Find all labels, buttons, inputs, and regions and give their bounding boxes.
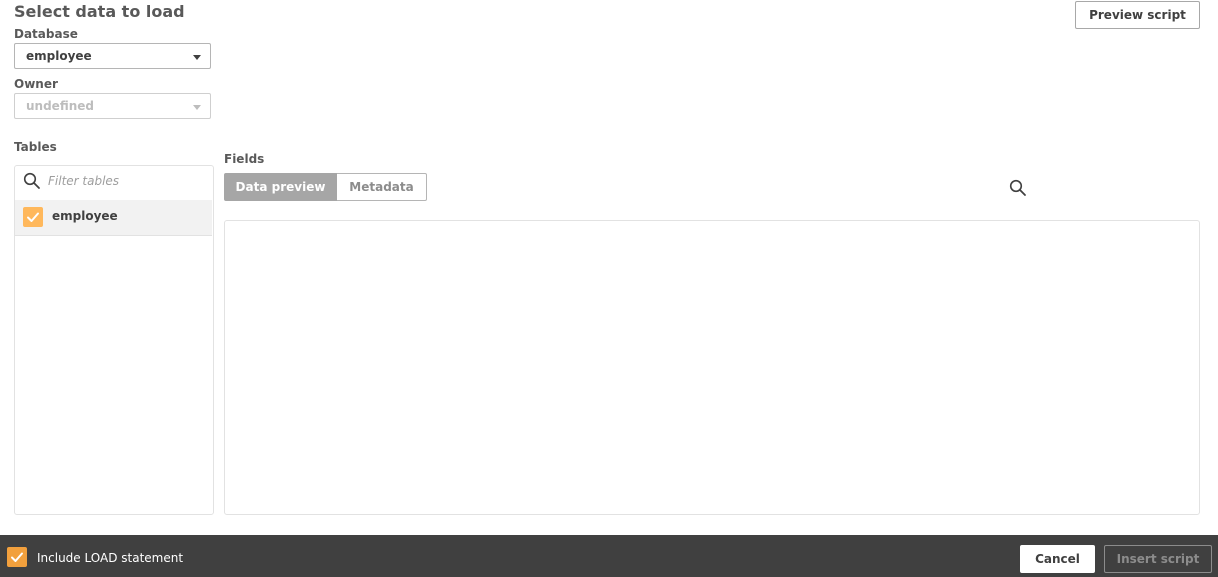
- fields-label: Fields: [224, 152, 265, 166]
- include-load-checkbox[interactable]: [7, 547, 27, 567]
- data-preview-panel: [224, 220, 1200, 515]
- table-checkbox-employee[interactable]: [23, 207, 43, 227]
- filter-tables-input[interactable]: Filter tables: [48, 174, 119, 188]
- database-select[interactable]: employee: [14, 43, 211, 69]
- check-icon: [27, 212, 39, 222]
- tab-metadata[interactable]: Metadata: [337, 173, 427, 201]
- check-icon: [11, 552, 23, 562]
- search-icon[interactable]: [1009, 179, 1027, 197]
- caret-down-icon: [193, 105, 201, 110]
- database-select-value: employee: [26, 49, 92, 63]
- owner-label: Owner: [14, 77, 58, 91]
- search-icon: [23, 172, 41, 190]
- preview-script-button[interactable]: Preview script: [1075, 1, 1200, 29]
- tables-label: Tables: [14, 140, 57, 154]
- owner-select-value: undefined: [26, 99, 94, 113]
- database-label: Database: [14, 27, 78, 41]
- owner-select: undefined: [14, 93, 211, 119]
- table-name-employee: employee: [52, 209, 118, 223]
- insert-script-button[interactable]: Insert script: [1104, 545, 1212, 573]
- cancel-button[interactable]: Cancel: [1020, 545, 1095, 573]
- include-load-label: Include LOAD statement: [37, 551, 184, 565]
- dialog-title: Select data to load: [14, 2, 185, 21]
- caret-down-icon: [193, 55, 201, 60]
- tab-data-preview[interactable]: Data preview: [224, 173, 337, 201]
